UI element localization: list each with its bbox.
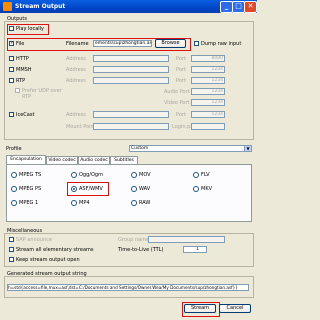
label-flv: FLV bbox=[201, 172, 210, 178]
radio-wav[interactable] bbox=[131, 186, 137, 192]
label-raw: RAW bbox=[139, 200, 151, 206]
profile-select[interactable]: Custom ▼ bbox=[129, 145, 252, 152]
radio-mkv[interactable] bbox=[193, 186, 199, 192]
rtp-port-input[interactable]: 1234 bbox=[191, 77, 225, 84]
keep-open-checkbox[interactable] bbox=[9, 257, 14, 262]
label-mpeg-ps: MPEG PS bbox=[19, 186, 42, 192]
stream-all-label: Stream all elementary streams bbox=[16, 247, 94, 253]
generated-string-field[interactable]: h=std{access=file,mux=asf,dst=C:/Documen… bbox=[7, 284, 249, 291]
encapsulation-panel bbox=[6, 164, 252, 222]
window-title: Stream Output bbox=[15, 3, 66, 10]
mount-point-label: Mount Point bbox=[66, 124, 96, 130]
tab-subtitles[interactable]: Subtitles bbox=[110, 156, 138, 164]
tab-encapsulation[interactable]: Encapsulation bbox=[6, 155, 46, 164]
tab-video-codec[interactable]: Video codec bbox=[46, 156, 78, 164]
radio-flv[interactable] bbox=[193, 172, 199, 178]
tab-audio-codec[interactable]: Audio codec bbox=[78, 156, 110, 164]
stream-all-checkbox[interactable] bbox=[9, 247, 14, 252]
mmsh-checkbox[interactable] bbox=[9, 67, 14, 72]
profile-value: Custom bbox=[131, 146, 149, 151]
icecast-address-label: Address bbox=[66, 112, 86, 118]
rtp-label: RTP bbox=[16, 78, 26, 84]
video-port-input[interactable]: 1234 bbox=[191, 99, 225, 106]
profile-label: Profile bbox=[6, 146, 22, 152]
http-port-label: Port bbox=[176, 56, 186, 62]
radio-ogg[interactable] bbox=[71, 172, 77, 178]
http-checkbox[interactable] bbox=[9, 56, 14, 61]
filename-input[interactable]: ements\sup\zhongtian.asf bbox=[93, 40, 152, 47]
stream-button[interactable]: Stream bbox=[184, 304, 216, 313]
sap-label: SAP announce bbox=[16, 237, 52, 243]
http-address-input[interactable] bbox=[93, 55, 169, 62]
mmsh-address-label: Address bbox=[66, 67, 86, 73]
cancel-button[interactable]: Cancel bbox=[219, 304, 251, 313]
mmsh-port-label: Port bbox=[176, 67, 186, 73]
rtp-checkbox[interactable] bbox=[9, 78, 14, 83]
radio-mpeg-ts[interactable] bbox=[11, 172, 17, 178]
icecast-label: IceCast bbox=[16, 112, 35, 118]
group-name-input[interactable] bbox=[148, 236, 225, 243]
title-bar: Stream Output _ □ ✕ bbox=[0, 0, 257, 13]
icecast-port-label: Port bbox=[176, 112, 186, 118]
mmsh-label: MMSH bbox=[16, 67, 32, 73]
audio-port-input[interactable]: 1234 bbox=[191, 88, 225, 95]
http-port-input[interactable]: 8080 bbox=[191, 55, 225, 62]
file-checkbox[interactable]: ✓ bbox=[9, 40, 14, 46]
rtp-address-label: Address bbox=[66, 78, 86, 84]
play-locally-checkbox[interactable] bbox=[9, 26, 14, 31]
browse-button[interactable]: Browse bbox=[155, 39, 186, 48]
label-mkv: MKV bbox=[201, 186, 213, 192]
http-address-label: Address bbox=[66, 56, 86, 62]
icecast-port-input[interactable]: 1234 bbox=[191, 111, 225, 118]
label-mp4: MP4 bbox=[79, 200, 90, 206]
dump-raw-label: Dump raw input bbox=[201, 41, 242, 47]
filename-label: Filename bbox=[66, 41, 89, 47]
video-port-label: Video Port bbox=[164, 100, 190, 106]
http-label: HTTP bbox=[16, 56, 29, 62]
radio-mov[interactable] bbox=[131, 172, 137, 178]
radio-mpeg-ps[interactable] bbox=[11, 186, 17, 192]
audio-port-label: Audio Port bbox=[164, 89, 190, 95]
label-mpeg-1: MPEG 1 bbox=[19, 200, 39, 206]
keep-open-label: Keep stream output open bbox=[16, 257, 80, 263]
close-button[interactable]: ✕ bbox=[244, 1, 257, 13]
chevron-down-icon: ▼ bbox=[244, 146, 251, 151]
icecast-address-input[interactable] bbox=[93, 111, 169, 118]
radio-raw[interactable] bbox=[131, 200, 137, 206]
radio-mpeg-1[interactable] bbox=[11, 200, 17, 206]
login-pass-input[interactable] bbox=[191, 123, 225, 130]
group-name-label: Group name bbox=[118, 237, 149, 243]
icecast-checkbox[interactable] bbox=[9, 112, 14, 117]
label-wav: WAV bbox=[139, 186, 151, 192]
ttl-spinner[interactable]: 1 bbox=[183, 246, 207, 253]
sap-checkbox[interactable] bbox=[9, 237, 14, 242]
app-icon bbox=[3, 2, 12, 11]
label-mpeg-ts: MPEG TS bbox=[19, 172, 42, 178]
rtp-address-input[interactable] bbox=[93, 77, 169, 84]
ttl-label: Time-to-Live (TTL) bbox=[118, 247, 164, 253]
dump-raw-checkbox[interactable] bbox=[194, 41, 199, 46]
mmsh-address-input[interactable] bbox=[93, 66, 169, 73]
rtp-port-label: Port bbox=[176, 78, 186, 84]
prefer-udp-checkbox[interactable] bbox=[15, 88, 20, 93]
radio-asf-wmv[interactable] bbox=[71, 186, 77, 192]
mount-point-input[interactable] bbox=[93, 123, 169, 130]
label-asf-wmv: ASF/WMV bbox=[79, 186, 103, 192]
label-mov: MOV bbox=[139, 172, 151, 178]
radio-mp4[interactable] bbox=[71, 200, 77, 206]
prefer-udp-label: Prefer UDP over RTP bbox=[22, 88, 62, 100]
ttl-value: 1 bbox=[196, 247, 199, 252]
file-label: File bbox=[16, 41, 25, 47]
play-locally-label: Play locally bbox=[16, 26, 45, 32]
mmsh-port-input[interactable]: 1234 bbox=[191, 66, 225, 73]
label-ogg: Ogg/Ogm bbox=[79, 172, 103, 178]
